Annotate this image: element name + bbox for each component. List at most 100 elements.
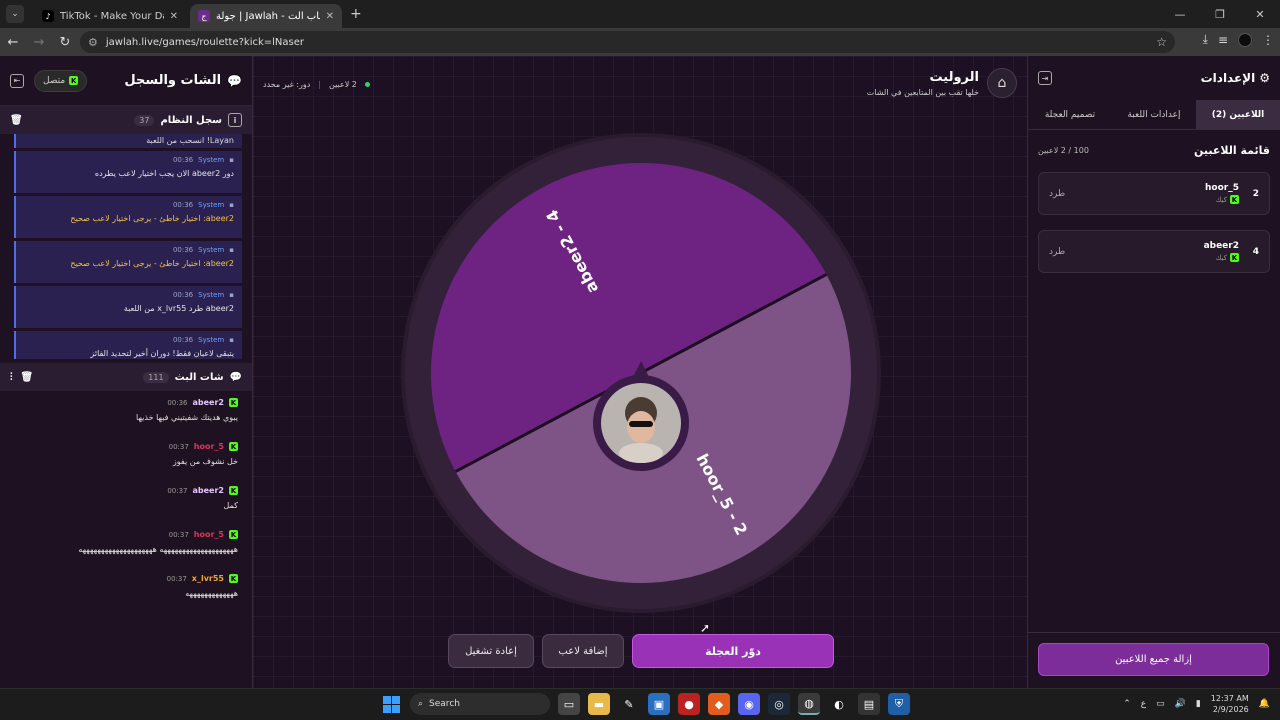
restart-button[interactable]: إعادة تشغيل bbox=[448, 634, 534, 668]
menu-icon[interactable]: ⋮ bbox=[1262, 33, 1274, 47]
task-view-icon[interactable]: ▭ bbox=[558, 693, 580, 715]
chat-username[interactable]: abeer2 bbox=[193, 486, 225, 495]
input-language[interactable]: ع bbox=[1141, 699, 1146, 709]
new-tab-button[interactable]: + bbox=[350, 6, 362, 22]
home-button[interactable]: ⌂ bbox=[987, 68, 1017, 98]
wheel-svg: abeer2 - 4 hoor_5 - 2 bbox=[401, 133, 881, 613]
settings-header: ⇥ ⚙ الإعدادات bbox=[1028, 56, 1280, 100]
close-tab-icon[interactable]: ✕ bbox=[170, 11, 178, 22]
display-app-icon[interactable]: ▣ bbox=[648, 693, 670, 715]
spin-wheel-button[interactable]: دوّر العجلة bbox=[632, 634, 834, 668]
pen-app-icon[interactable]: ✎ bbox=[618, 693, 640, 715]
remove-all-players-button[interactable]: إزالة جميع اللاعبين bbox=[1038, 643, 1269, 676]
window-controls: — ❐ ✕ bbox=[1160, 0, 1280, 28]
trash-icon[interactable]: 🗑 bbox=[21, 372, 34, 383]
chat-username[interactable]: hoor_5 bbox=[194, 530, 224, 539]
game-title: الروليت bbox=[929, 70, 979, 85]
minimize-icon[interactable]: — bbox=[1160, 8, 1200, 21]
browser-tab-jawlah[interactable]: ج جولة | Jawlah - منصة الألعاب الت... ✕ bbox=[190, 4, 342, 28]
steam-icon[interactable]: ◎ bbox=[768, 693, 790, 715]
media-icon[interactable]: ≡ bbox=[1218, 33, 1228, 47]
tray-chevron-icon[interactable]: ⌃ bbox=[1123, 699, 1131, 709]
chat-text: ههههههههههههههههههههه هههههههههههههههههه… bbox=[78, 545, 238, 554]
system-log-list[interactable]: Layan! انسحب من اللعبة ▪ System 00:36 دور a… bbox=[0, 134, 252, 359]
chat-time: 00:37 bbox=[167, 486, 188, 495]
system-log-time: 00:36 bbox=[172, 291, 194, 299]
system-log-header: 🗑 i سجل النظام 37 bbox=[0, 106, 252, 134]
tab-wheel-design[interactable]: تصميم العجلة bbox=[1028, 100, 1112, 129]
recorder-app-icon[interactable]: ● bbox=[678, 693, 700, 715]
restore-icon[interactable]: ❐ bbox=[1200, 8, 1240, 21]
browser-tab-tiktok[interactable]: ♪ TikTok - Make Your Day ✕ bbox=[34, 4, 186, 28]
info-icon: i bbox=[228, 113, 242, 127]
kick-player-button[interactable]: طرد bbox=[1049, 247, 1065, 257]
stream-chat-header: ⫶ 🗑 💬 شات البث 111 bbox=[0, 363, 252, 391]
file-explorer-icon[interactable]: ▬ bbox=[588, 693, 610, 715]
forward-icon[interactable]: → bbox=[26, 35, 52, 50]
filter-icon[interactable]: ⫶ bbox=[10, 372, 13, 383]
clock-date: 2/9/2026 bbox=[1212, 705, 1249, 714]
close-tab-icon[interactable]: ✕ bbox=[326, 11, 334, 22]
kick-player-button[interactable]: طرد bbox=[1049, 189, 1065, 199]
kick-icon: K bbox=[229, 398, 238, 407]
collapse-panel-icon[interactable]: ⇤ bbox=[10, 73, 24, 88]
volume-icon[interactable]: 🔊 bbox=[1175, 699, 1186, 709]
tab-game-settings[interactable]: إعدادات اللعبة bbox=[1112, 100, 1196, 129]
media-app-icon[interactable]: ▤ bbox=[858, 693, 880, 715]
settings-title: الإعدادات bbox=[1200, 71, 1256, 85]
profile-avatar[interactable] bbox=[1238, 32, 1252, 47]
obs-icon[interactable]: ◐ bbox=[828, 693, 850, 715]
discord-icon[interactable]: ◉ bbox=[738, 693, 760, 715]
tab-search-button[interactable]: ⌄ bbox=[6, 5, 24, 23]
chrome-icon[interactable]: ◍ bbox=[798, 693, 820, 715]
system-log-title: سجل النظام bbox=[160, 114, 222, 126]
avatar-sunglasses bbox=[629, 421, 653, 427]
gear-icon: ⚙ bbox=[1259, 71, 1270, 85]
player-number: 2 bbox=[1252, 188, 1259, 199]
url-field[interactable]: ⚙ jawlah.live/games/roulette?kick=lNaser… bbox=[80, 31, 1175, 53]
roulette-wheel[interactable]: abeer2 - 4 hoor_5 - 2 bbox=[399, 131, 883, 615]
tab-players[interactable]: اللاعبين (2) bbox=[1196, 100, 1280, 129]
online-dot bbox=[364, 82, 370, 87]
settings-tabs: اللاعبين (2) إعدادات اللعبة تصميم العجلة bbox=[1028, 100, 1280, 130]
system-log-user: System bbox=[198, 156, 225, 164]
url-text: jawlah.live/games/roulette?kick=lNaser bbox=[105, 36, 305, 48]
jawlah-icon: ج bbox=[198, 10, 210, 22]
system-tray: ⌃ ع ▭ 🔊 ▮ 12:37 AM 2/9/2026 🔔 bbox=[1123, 693, 1270, 715]
system-log-item: ▪ System 00:36 يتبقى لاعبان فقط! دوران أخير… bbox=[14, 331, 242, 359]
shield-app-icon[interactable]: ⛨ bbox=[888, 693, 910, 715]
chat-username[interactable]: x_lvr55 bbox=[192, 574, 224, 583]
download-icon[interactable]: ⤓ bbox=[1203, 32, 1208, 47]
taskbar-apps: ⌕ Search ▭ ▬ ✎ ▣ ● ◆ ◉ ◎ ◍ ◐ ▤ ⛨ bbox=[380, 693, 910, 715]
chat-bubble-icon: 💬 bbox=[227, 73, 242, 88]
add-player-button[interactable]: إضافة لاعب bbox=[542, 634, 624, 668]
chat-message: Kabeer2 00:36 يبوي هديتك شفيتيني فيها خذيه… bbox=[14, 398, 238, 435]
game-controls: إعادة تشغيل إضافة لاعب دوّر العجلة bbox=[448, 634, 834, 668]
chat-username[interactable]: abeer2 bbox=[193, 398, 225, 407]
site-info-icon[interactable]: ⚙ bbox=[88, 36, 98, 49]
system-clock[interactable]: 12:37 AM 2/9/2026 bbox=[1211, 693, 1249, 715]
reload-icon[interactable]: ↻ bbox=[52, 35, 78, 50]
collapse-panel-icon[interactable]: ⇥ bbox=[1038, 71, 1052, 85]
network-icon[interactable]: ▭ bbox=[1156, 699, 1165, 709]
back-icon[interactable]: ← bbox=[0, 35, 26, 50]
chat-panel-header: ⇤ متصل K الشات والسجل 💬 bbox=[0, 56, 252, 106]
avatar-shirt bbox=[619, 443, 663, 463]
brave-browser-icon[interactable]: ◆ bbox=[708, 693, 730, 715]
bookmark-star-icon[interactable]: ☆ bbox=[1156, 35, 1167, 49]
player-platform: كيك bbox=[1215, 195, 1227, 204]
kick-icon: K bbox=[229, 574, 238, 583]
notifications-icon[interactable]: 🔔 bbox=[1259, 699, 1270, 709]
taskbar-search[interactable]: ⌕ Search bbox=[410, 693, 550, 715]
stream-chat-list[interactable]: Kabeer2 00:36 يبوي هديتك شفيتيني فيها خذيه… bbox=[0, 398, 252, 611]
system-log-user: System bbox=[198, 246, 225, 254]
trash-icon[interactable]: 🗑 bbox=[10, 115, 23, 126]
system-log-text: abeer2: اختيار خاطئ - يرجى اختيار لاعب ص… bbox=[70, 259, 234, 268]
system-log-text: Layan! انسحب من اللعبة bbox=[146, 136, 234, 145]
home-icon: ⌂ bbox=[997, 75, 1007, 91]
chat-username[interactable]: hoor_5 bbox=[194, 442, 224, 451]
search-icon: ⌕ bbox=[418, 699, 424, 709]
battery-icon[interactable]: ▮ bbox=[1196, 699, 1201, 709]
close-window-icon[interactable]: ✕ bbox=[1240, 8, 1280, 21]
windows-start-icon[interactable] bbox=[380, 693, 402, 715]
